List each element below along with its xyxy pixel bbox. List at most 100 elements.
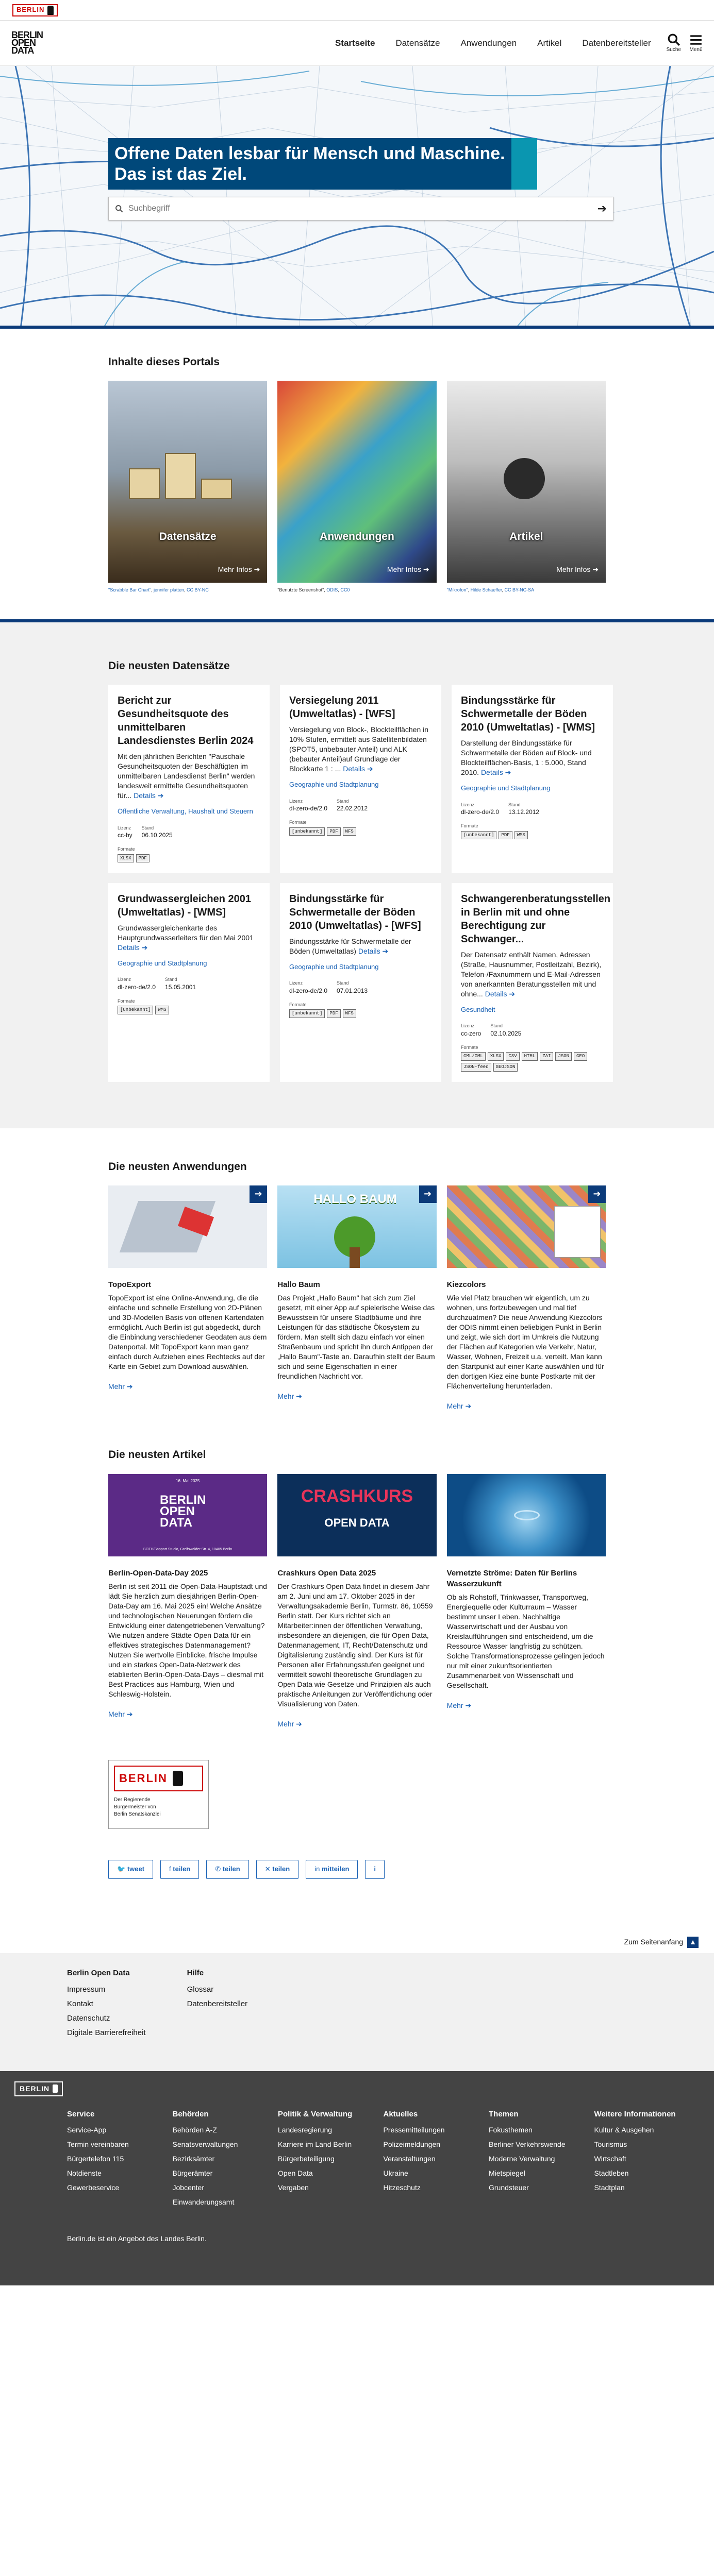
more-link[interactable]: Mehr ➔ [447,1701,606,1711]
tile-more-link[interactable]: Mehr Infos ➔ [218,565,260,575]
footer-link[interactable]: Datenschutz [67,2011,146,2026]
caption-link[interactable]: Hilde Schaeffer [471,587,502,592]
footer-link[interactable]: Stadtplan [594,2180,700,2195]
footer-link[interactable]: Bürgerämter [173,2166,278,2180]
share-linkedin[interactable]: in mitteilen [306,1860,358,1879]
dataset-title[interactable]: Versiegelung 2011 (Umweltatlas) - [WFS] [289,694,432,721]
dataset-title[interactable]: Bericht zur Gesundheitsquote des unmitte… [118,694,260,748]
dataset-title[interactable]: Bindungsstärke für Schwermetalle der Böd… [461,694,604,734]
footer-link[interactable]: Wirtschaft [594,2151,700,2166]
back-to-top[interactable]: Zum Seitenanfang ▲ [0,1936,714,1948]
app-card[interactable]: ➔ Kiezcolors Wie viel Platz brauchen wir… [446,1185,606,1412]
footer-link[interactable]: Gewerbeservice [67,2180,173,2195]
footer-link[interactable]: Impressum [67,1982,146,1997]
footer-link[interactable]: Grundsteuer [489,2180,594,2195]
more-link[interactable]: Mehr ➔ [447,1401,606,1412]
more-link[interactable]: Mehr ➔ [277,1719,436,1730]
footer-link[interactable]: Kontakt [67,1997,146,2011]
footer-link[interactable]: Glossar [187,1982,248,1997]
dataset-title[interactable]: Schwangerenberatungsstellen in Berlin mi… [461,892,610,946]
more-link[interactable]: Mehr ➔ [277,1392,436,1402]
footer-link[interactable]: Stadtleben [594,2166,700,2180]
share-whatsapp[interactable]: ✆ teilen [206,1860,249,1879]
footer-link[interactable]: Tourismus [594,2137,700,2151]
details-link[interactable]: Details ➔ [118,943,147,952]
share-twitter[interactable]: 🐦 tweet [108,1860,154,1879]
arrow-right-icon[interactable]: ➔ [588,1185,606,1203]
footer-link[interactable]: Open Data [278,2166,384,2180]
dataset-card[interactable]: Grundwassergleichen 2001 (Umweltatlas) -… [108,883,270,1082]
footer-link[interactable]: Polizeimeldungen [384,2137,489,2151]
details-link[interactable]: Details ➔ [485,990,515,998]
search-button[interactable]: Suche [667,33,681,54]
caption-link[interactable]: jennifer platten [154,587,184,592]
footer-link[interactable]: Berliner Verkehrswende [489,2137,594,2151]
caption-link[interactable]: CC0 [340,587,350,592]
tile-more-link[interactable]: Mehr Infos ➔ [387,565,429,575]
details-link[interactable]: Details ➔ [358,947,388,955]
nav-startseite[interactable]: Startseite [335,37,375,49]
dataset-title[interactable]: Grundwassergleichen 2001 (Umweltatlas) -… [118,892,260,919]
footer-link[interactable]: Moderne Verwaltung [489,2151,594,2166]
dataset-category[interactable]: Geographie und Stadtplanung [461,784,604,793]
search-input[interactable] [128,204,597,213]
dataset-category[interactable]: Geographie und Stadtplanung [289,962,432,972]
share-bluesky[interactable]: ✕ teilen [256,1860,299,1879]
dataset-card[interactable]: Schwangerenberatungsstellen in Berlin mi… [452,883,613,1082]
tile-anwendungen[interactable]: Anwendungen Mehr Infos ➔ "Benutzte Scree… [277,381,437,594]
share-facebook[interactable]: f teilen [160,1860,200,1879]
footer-link[interactable]: Fokusthemen [489,2123,594,2137]
footer-link[interactable]: Notdienste [67,2166,173,2180]
caption-link[interactable]: "Scrabble Bar Chart" [108,587,151,592]
footer-link[interactable]: Pressemitteilungen [384,2123,489,2137]
caption-link[interactable]: "Mikrofon" [447,587,468,592]
footer-link[interactable]: Bürgerbeteiligung [278,2151,384,2166]
open-data-logo[interactable]: BERLIN OPEN DATA [11,30,43,55]
footer-link[interactable]: Vergaben [278,2180,384,2195]
footer-link[interactable]: Termin vereinbaren [67,2137,173,2151]
footer-link[interactable]: Hitzeschutz [384,2180,489,2195]
caption-link[interactable]: CC BY-NC [187,587,209,592]
nav-datenbereitsteller[interactable]: Datenbereitsteller [582,37,651,49]
dataset-card[interactable]: Bericht zur Gesundheitsquote des unmitte… [108,685,270,873]
footer-link[interactable]: Service-App [67,2123,173,2137]
menu-button[interactable]: Menü [689,33,703,54]
footer-link[interactable]: Bürgertelefon 115 [67,2151,173,2166]
footer-link[interactable]: Digitale Barrierefreiheit [67,2026,146,2040]
article-card[interactable]: Vernetzte Ströme: Daten für Berlins Wass… [446,1473,606,1730]
berlin-logo-footer[interactable]: BERLIN [14,2081,63,2097]
dataset-card[interactable]: Versiegelung 2011 (Umweltatlas) - [WFS] … [280,685,441,873]
article-card[interactable]: 16. Mai 2025 BERLIN OPEN DATA BOTH/Sappo… [108,1473,268,1730]
more-link[interactable]: Mehr ➔ [108,1709,267,1720]
caption-link[interactable]: ODIS [326,587,338,592]
dataset-category[interactable]: Geographie und Stadtplanung [289,780,432,789]
footer-link[interactable]: Jobcenter [173,2180,278,2195]
dataset-title[interactable]: Bindungsstärke für Schwermetalle der Böd… [289,892,432,933]
details-link[interactable]: Details ➔ [481,768,511,776]
dataset-category[interactable]: Gesundheit [461,1005,604,1014]
share-info[interactable]: i [365,1860,385,1879]
footer-link[interactable]: Landesregierung [278,2123,384,2137]
details-link[interactable]: Details ➔ [134,791,163,800]
dataset-card[interactable]: Bindungsstärke für Schwermetalle der Böd… [280,883,441,1082]
details-link[interactable]: Details ➔ [343,765,373,773]
dataset-card[interactable]: Bindungsstärke für Schwermetalle der Böd… [452,685,613,873]
tile-datensaetze[interactable]: Datensätze Mehr Infos ➔ "Scrabble Bar Ch… [108,381,268,594]
app-card[interactable]: ➔ TopoExport TopoExport ist eine Online-… [108,1185,268,1412]
caption-link[interactable]: CC BY-NC-SA [504,587,534,592]
footer-link[interactable]: Bezirksämter [173,2151,278,2166]
nav-artikel[interactable]: Artikel [537,37,561,49]
nav-datensaetze[interactable]: Datensätze [395,37,440,49]
arrow-right-icon[interactable]: ➔ [419,1185,437,1203]
more-link[interactable]: Mehr ➔ [108,1382,267,1392]
dataset-category[interactable]: Geographie und Stadtplanung [118,959,260,968]
footer-link[interactable]: Karriere im Land Berlin [278,2137,384,2151]
footer-link[interactable]: Behörden A-Z [173,2123,278,2137]
search-submit-arrow-icon[interactable]: ➔ [597,201,607,217]
footer-link[interactable]: Veranstaltungen [384,2151,489,2166]
nav-anwendungen[interactable]: Anwendungen [460,37,517,49]
app-card[interactable]: HALLO BAUM ➔ Hallo Baum Das Projekt „Hal… [277,1185,437,1412]
berlin-logo[interactable]: BERLIN [12,4,58,16]
dataset-category[interactable]: Öffentliche Verwaltung, Haushalt und Ste… [118,807,260,816]
tile-more-link[interactable]: Mehr Infos ➔ [556,565,599,575]
